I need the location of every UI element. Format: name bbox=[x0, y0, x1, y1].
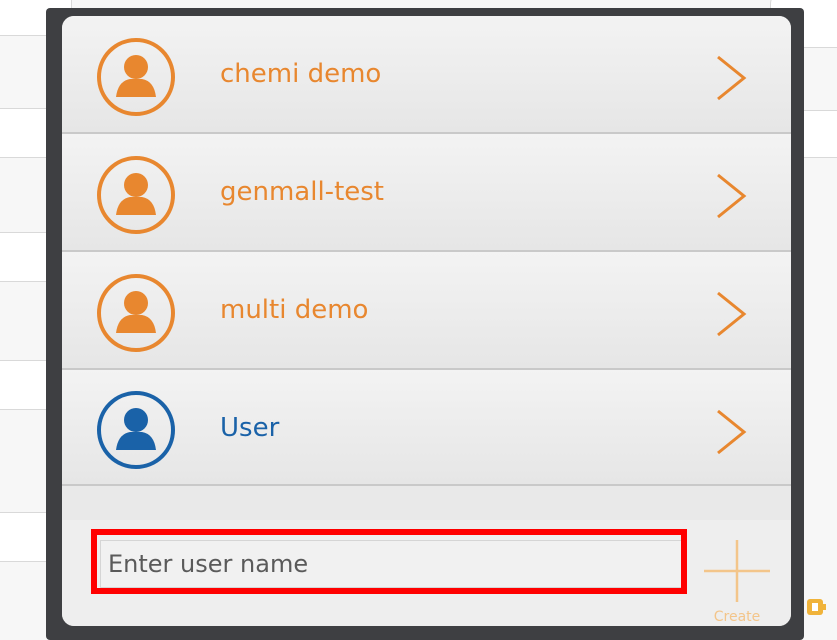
user-avatar-icon bbox=[96, 37, 176, 117]
create-label: Create bbox=[713, 609, 761, 625]
chevron-right-icon bbox=[714, 290, 748, 338]
create-user-button[interactable]: Create bbox=[692, 530, 782, 626]
user-name: User bbox=[220, 413, 280, 443]
chevron-right-icon bbox=[714, 408, 748, 456]
chevron-right-icon bbox=[714, 54, 748, 102]
user-name: genmall-test bbox=[220, 177, 384, 207]
user-row-user[interactable]: User bbox=[62, 370, 791, 486]
user-name-input[interactable] bbox=[100, 540, 684, 588]
user-avatar-icon bbox=[96, 155, 176, 235]
plus-icon bbox=[704, 540, 770, 602]
user-selection-screen: chemi demo genmall-test multi demo User … bbox=[62, 16, 791, 626]
user-name: chemi demo bbox=[220, 59, 382, 89]
user-row-chemi-demo[interactable]: chemi demo bbox=[62, 16, 791, 134]
user-row-multi-demo[interactable]: multi demo bbox=[62, 252, 791, 370]
user-name: multi demo bbox=[220, 295, 369, 325]
chevron-right-icon bbox=[714, 172, 748, 220]
user-avatar-icon bbox=[96, 273, 176, 353]
user-row-genmall-test[interactable]: genmall-test bbox=[62, 134, 791, 252]
user-avatar-icon bbox=[96, 390, 176, 470]
battery-icon bbox=[806, 596, 828, 618]
photo-stage: chemi demo genmall-test multi demo User … bbox=[0, 0, 837, 640]
